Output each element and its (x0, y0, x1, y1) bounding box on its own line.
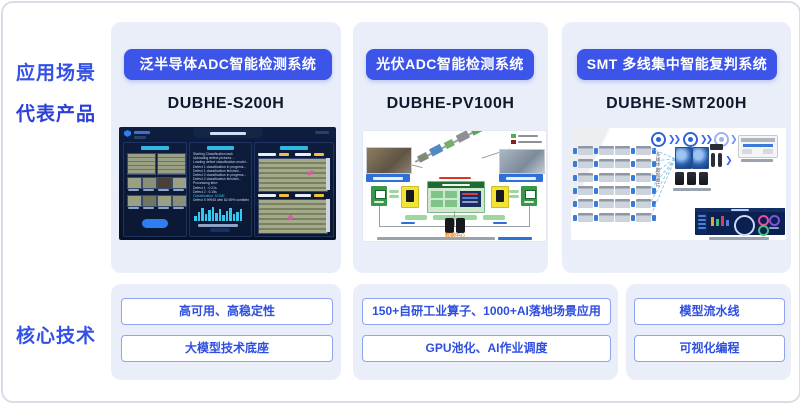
smt-machine-illustration (738, 135, 778, 158)
product-name-s200h: DUBHE-S200H (111, 95, 341, 113)
ai-cluster-box (427, 181, 485, 213)
workstation-box-left (371, 186, 387, 206)
meter-icon (718, 153, 722, 167)
defect-thumbnail (172, 177, 185, 192)
brand-logo-icon (124, 130, 131, 137)
step-icon-1 (651, 132, 666, 147)
server-box-right (491, 186, 509, 208)
brand-name-bar (134, 131, 150, 134)
gallery-panel (123, 142, 187, 237)
tech-tag-gpu-pooling[interactable]: GPU池化、AI作业调度 (362, 335, 611, 362)
gauge-purple (769, 215, 780, 226)
ai-server-tower-icon (699, 172, 708, 185)
legend-red-swatch (511, 140, 516, 144)
wafer-image-large-2 (157, 153, 186, 175)
factory-photo-left (366, 147, 412, 174)
results-panel (254, 142, 334, 237)
defect-thumbnail (142, 195, 155, 210)
server-tower-icon (496, 190, 504, 202)
gallery-action-button (142, 219, 168, 228)
smt-line-row (573, 209, 651, 221)
window-controls (315, 131, 329, 134)
classification-log: Starting Classification taskUploading de… (193, 152, 249, 202)
brand-subtitle-bar (134, 136, 146, 139)
smt-line-row (573, 142, 651, 154)
monitoring-dashboard (695, 208, 785, 235)
defect-thumbnail (127, 195, 140, 210)
chevron-right-icon: ❯ (725, 155, 731, 166)
header-pill-smt[interactable]: SMT 多线集中智能复判系统 (577, 49, 777, 80)
scrollbar (326, 158, 330, 190)
ai-server-tower-icon (687, 172, 696, 185)
sidebar-label-application-scenarios: 应用场景 (16, 58, 112, 85)
chevron-right-icon: ❯❯ (668, 134, 679, 145)
confidence-histogram (194, 204, 246, 221)
workstation-box-right (521, 186, 537, 206)
smt-line-row (573, 182, 651, 194)
smt-line-row (573, 195, 651, 207)
defect-thumbnail (172, 195, 185, 210)
titlebar (193, 128, 263, 138)
tech-tag-large-model-base[interactable]: 大模型技术底座 (121, 335, 333, 362)
log-panel: Starting Classification taskUploading de… (189, 142, 252, 237)
sidebar-label-representative-products: 代表产品 (16, 99, 112, 126)
defect-thumbnail (157, 195, 170, 210)
wafer-image-large-1 (127, 153, 156, 175)
datacenter-server-icon (445, 218, 454, 233)
product-name-smt200h: DUBHE-SMT200H (562, 95, 791, 113)
header-pill-photovoltaic[interactable]: 光伏ADC智能检测系统 (366, 49, 534, 80)
screenshot-pv-architecture-diagram: 数据中心 (362, 130, 547, 242)
central-gauge (734, 215, 755, 236)
thumbnail-grid (127, 177, 184, 211)
sidebar-label-core-technologies: 核心技术 (16, 321, 112, 348)
defect-image-1 (258, 158, 328, 192)
screenshot-smt-multiline-diagram: 多线体数据图片 ❯❯ ❯❯ ❯ ❯ (571, 128, 786, 240)
tech-tag-model-pipeline[interactable]: 模型流水线 (634, 298, 785, 325)
monitor-icon (375, 190, 386, 199)
server-tower-icon (406, 190, 414, 202)
ai-model-image-2 (692, 147, 709, 169)
smt-line-row (573, 155, 651, 167)
tech-tag-operators-scenarios[interactable]: 150+自研工业算子、1000+AI落地场景应用 (362, 298, 611, 325)
cluster-alert-text-bar (439, 177, 471, 180)
vertical-data-label: 多线体数据图片 (655, 152, 661, 188)
defect-thumbnail (142, 177, 155, 192)
chevron-right-icon: ❯ (730, 134, 736, 145)
cluster-status-table (460, 191, 481, 207)
inspection-point-label-left (366, 174, 410, 182)
gauge-green (758, 225, 769, 236)
product-name-pv100h: DUBHE-PV100H (353, 95, 548, 113)
meter-icon (711, 153, 715, 167)
tech-tag-high-availability[interactable]: 高可用、高稳定性 (121, 298, 333, 325)
defect-thumbnail (127, 177, 140, 192)
factory-photo-right (499, 149, 545, 174)
header-pill-semiconductor[interactable]: 泛半导体ADC智能检测系统 (124, 49, 332, 80)
edge-rack-icon (710, 144, 723, 150)
server-box-left (401, 186, 419, 208)
step-icon-2 (683, 132, 698, 147)
ai-model-image-1 (675, 147, 692, 169)
smt-line-row (573, 169, 651, 181)
screenshot-adc-inspection-ui: Starting Classification taskUploading de… (119, 127, 336, 240)
tech-tag-visual-programming[interactable]: 可视化编程 (634, 335, 785, 362)
ai-server-tower-icon (675, 172, 684, 185)
defect-thumbnail (157, 177, 170, 192)
datacenter-server-icon (456, 218, 465, 233)
legend-green-swatch (511, 134, 516, 138)
monitor-icon (525, 190, 536, 199)
inspection-point-label-right (499, 174, 543, 182)
conveyor-line (413, 130, 501, 166)
